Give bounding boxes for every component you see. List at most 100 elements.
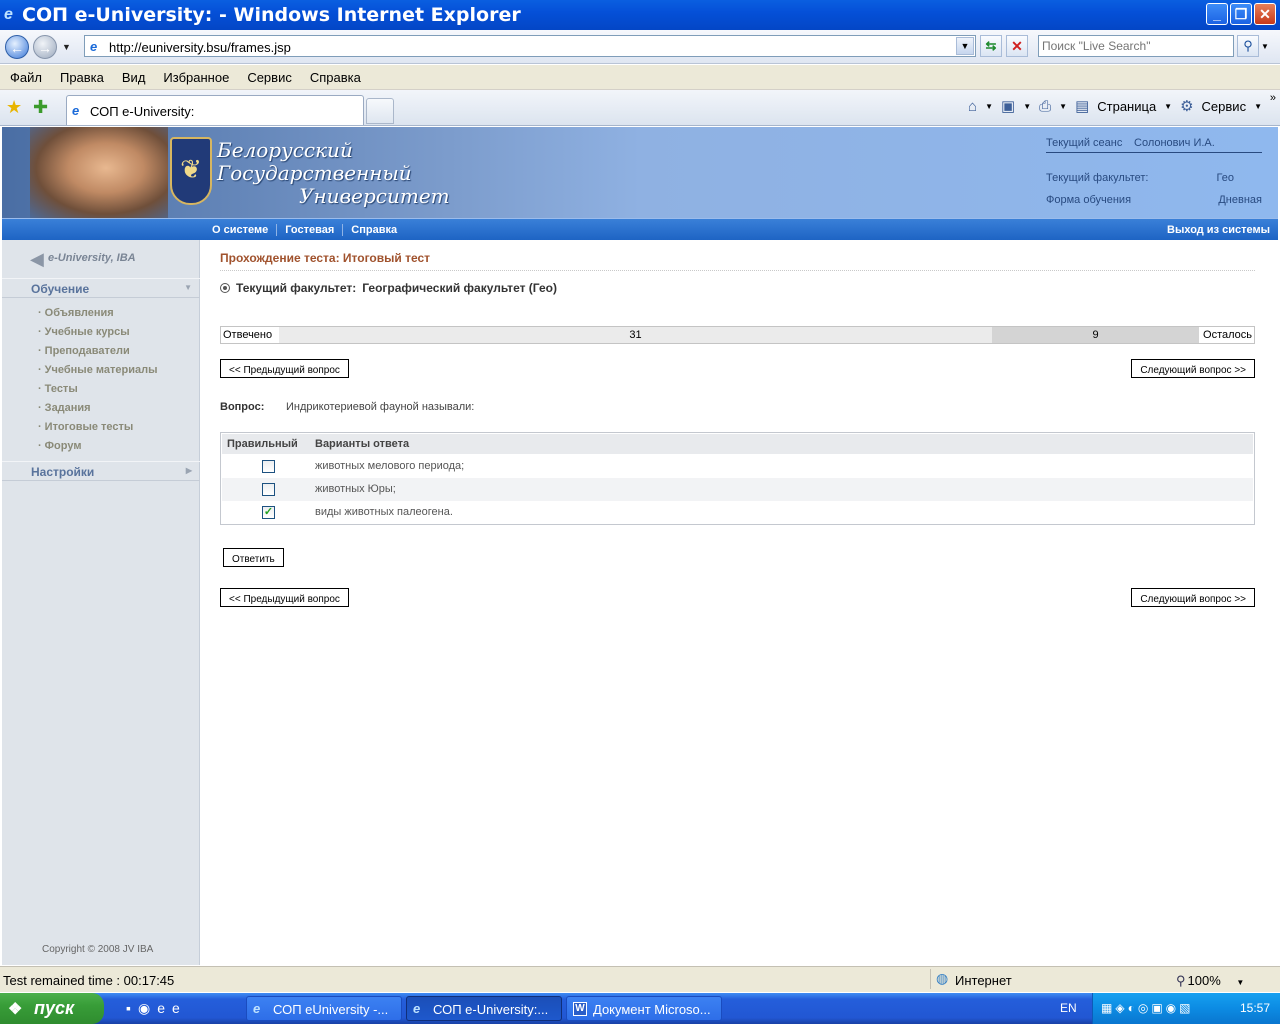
- sidebar-item-tests[interactable]: Тесты: [38, 383, 78, 395]
- page-icon: e: [90, 39, 98, 54]
- tray-sound-icon[interactable]: ◐: [1128, 1001, 1135, 1015]
- zoom-dropdown-icon[interactable]: ▼: [1236, 978, 1244, 987]
- refresh-button[interactable]: ⇆: [980, 35, 1002, 57]
- tray-network-icon[interactable]: ◈: [1115, 1001, 1124, 1015]
- quick-launch: ▪ ◉ e e: [126, 1000, 180, 1017]
- new-tab-button[interactable]: [366, 98, 394, 124]
- current-faculty: Текущий факультет: Географический факульт…: [220, 281, 557, 295]
- maximize-button[interactable]: ❐: [1230, 3, 1252, 25]
- menu-help[interactable]: Справка: [300, 65, 369, 89]
- session-user: Солонович И.А.: [1134, 137, 1215, 149]
- header-options: Варианты ответа: [315, 438, 410, 450]
- search-button[interactable]: ⚲: [1237, 35, 1259, 57]
- prev-question-button-top[interactable]: << Предыдущий вопрос: [220, 359, 349, 378]
- sidebar-item-assignments[interactable]: Задания: [38, 402, 91, 414]
- menu-favorites[interactable]: Избранное: [153, 65, 237, 89]
- next-question-button-top[interactable]: Следующий вопрос >>: [1131, 359, 1255, 378]
- ie-quicklaunch2-icon[interactable]: e: [172, 1000, 180, 1017]
- search-input[interactable]: [1039, 36, 1229, 56]
- nav-about[interactable]: О системе: [204, 224, 278, 236]
- sidebar-item-materials[interactable]: Учебные материалы: [38, 364, 158, 376]
- media-player-icon[interactable]: ◉: [138, 1000, 150, 1017]
- window-title: СОП e-University: - Windows Internet Exp…: [22, 4, 521, 26]
- menu-tools[interactable]: Сервис: [237, 65, 300, 89]
- answer-checkbox[interactable]: [262, 483, 275, 496]
- tray-security-icon[interactable]: ◎: [1138, 1001, 1148, 1015]
- taskbar-item[interactable]: W Документ Microso...: [566, 996, 722, 1021]
- logout-link[interactable]: Выход из системы: [1167, 224, 1270, 236]
- history-dropdown-icon[interactable]: ▼: [62, 42, 71, 52]
- answer-checkbox[interactable]: ✓: [262, 506, 275, 519]
- favorites-star-icon[interactable]: ★: [6, 97, 22, 118]
- taskbar: ❖ пуск ▪ ◉ e e e СОП eUniversity -... e …: [0, 993, 1280, 1024]
- current-faculty-value: Географический факультет (Гео): [362, 281, 557, 295]
- sidebar-section-learning[interactable]: Обучение ▼: [2, 278, 200, 298]
- home-icon[interactable]: ⌂: [968, 98, 977, 115]
- search-options-icon[interactable]: ▼: [1261, 42, 1269, 51]
- tab-active[interactable]: e СОП e-University:: [66, 95, 364, 125]
- save-icon[interactable]: ▪: [126, 1000, 131, 1017]
- tray-flag-icon[interactable]: ▧: [1179, 1001, 1190, 1015]
- tray-app-icon[interactable]: ▦: [1101, 1001, 1112, 1015]
- taskbar-item[interactable]: e СОП eUniversity -...: [246, 996, 402, 1021]
- test-progress-bar: Отвечено 31 9 Осталось: [220, 326, 1255, 344]
- print-icon[interactable]: ⎙: [1039, 98, 1051, 115]
- zoom-control[interactable]: ⚲ 100% ▼: [1176, 973, 1244, 989]
- taskbar-item-active[interactable]: e СОП e-University:...: [406, 996, 562, 1021]
- page-title: Прохождение теста: Итоговый тест: [220, 251, 431, 265]
- sidebar-item-final-tests[interactable]: Итоговые тесты: [38, 421, 134, 433]
- menu-view[interactable]: Вид: [112, 65, 154, 89]
- sidebar-item-teachers[interactable]: Преподаватели: [38, 345, 130, 357]
- home-dropdown-icon[interactable]: ▼: [985, 102, 993, 111]
- command-bar: ⌂ ▼ ▣ ▼ ⎙ ▼ ▤ Страница ▼ ⚙ Сервис ▼: [968, 97, 1262, 116]
- answer-row: животных Юры;: [222, 478, 1253, 501]
- page-menu-button[interactable]: Страница: [1097, 99, 1156, 114]
- title-divider: [220, 270, 1255, 271]
- stop-button[interactable]: ✕: [1006, 35, 1028, 57]
- header-correct: Правильный: [227, 438, 298, 450]
- close-button[interactable]: ✕: [1254, 3, 1276, 25]
- url-text[interactable]: http://euniversity.bsu/frames.jsp: [109, 40, 291, 55]
- sidebar-item-forum[interactable]: Форум: [38, 440, 82, 452]
- address-field[interactable]: e http://euniversity.bsu/frames.jsp ▼: [84, 35, 976, 57]
- sidebar-section-settings[interactable]: Настройки ▶: [2, 461, 200, 481]
- forward-button[interactable]: →: [33, 35, 57, 59]
- search-field[interactable]: [1038, 35, 1234, 57]
- chevron-more-icon[interactable]: »: [1270, 92, 1276, 104]
- answered-label: Отвечено: [223, 329, 273, 341]
- tools-dropdown-icon[interactable]: ▼: [1254, 102, 1262, 111]
- question: Вопрос: Индрикотериевой фауной называли:: [220, 401, 474, 413]
- page-dropdown-icon[interactable]: ▼: [1164, 102, 1172, 111]
- feeds-dropdown-icon[interactable]: ▼: [1023, 102, 1031, 111]
- nav-help[interactable]: Справка: [343, 224, 405, 236]
- prev-question-button-bottom[interactable]: << Предыдущий вопрос: [220, 588, 349, 607]
- iba-logo-icon: ◀: [30, 249, 44, 269]
- address-dropdown-icon[interactable]: ▼: [956, 37, 974, 55]
- add-favorites-icon[interactable]: ✚: [33, 97, 48, 118]
- answer-row: ✓ виды животных палеогена.: [222, 501, 1253, 524]
- ie-quicklaunch-icon[interactable]: e: [157, 1000, 165, 1017]
- menu-edit[interactable]: Правка: [50, 65, 112, 89]
- nav-guestbook[interactable]: Гостевая: [277, 224, 344, 236]
- answers-header: Правильный Варианты ответа: [222, 434, 1253, 454]
- security-zone[interactable]: ◍ Интернет: [930, 969, 1168, 989]
- back-button[interactable]: ←: [5, 35, 29, 59]
- print-dropdown-icon[interactable]: ▼: [1059, 102, 1067, 111]
- tray-monitor-icon[interactable]: ▣: [1151, 1001, 1162, 1015]
- tools-menu-button[interactable]: Сервис: [1202, 99, 1247, 114]
- answer-checkbox[interactable]: [262, 460, 275, 473]
- address-toolbar: ← → ▼ e http://euniversity.bsu/frames.js…: [0, 30, 1280, 64]
- answer-text: виды животных палеогена.: [315, 506, 453, 518]
- tray-status-icon[interactable]: ◉: [1166, 1001, 1176, 1015]
- feeds-icon[interactable]: ▣: [1001, 97, 1015, 115]
- sidebar-item-announcements[interactable]: Объявления: [38, 307, 114, 319]
- start-button[interactable]: ❖ пуск: [0, 993, 104, 1024]
- language-indicator[interactable]: EN: [1060, 1001, 1077, 1015]
- next-question-button-bottom[interactable]: Следующий вопрос >>: [1131, 588, 1255, 607]
- minimize-button[interactable]: _: [1206, 3, 1228, 25]
- banner-photo: [30, 127, 168, 218]
- menu-file[interactable]: Файл: [0, 65, 50, 89]
- submit-answer-button[interactable]: Ответить: [223, 548, 284, 567]
- sidebar-item-courses[interactable]: Учебные курсы: [38, 326, 130, 338]
- study-form-label: Форма обучения: [1046, 194, 1132, 206]
